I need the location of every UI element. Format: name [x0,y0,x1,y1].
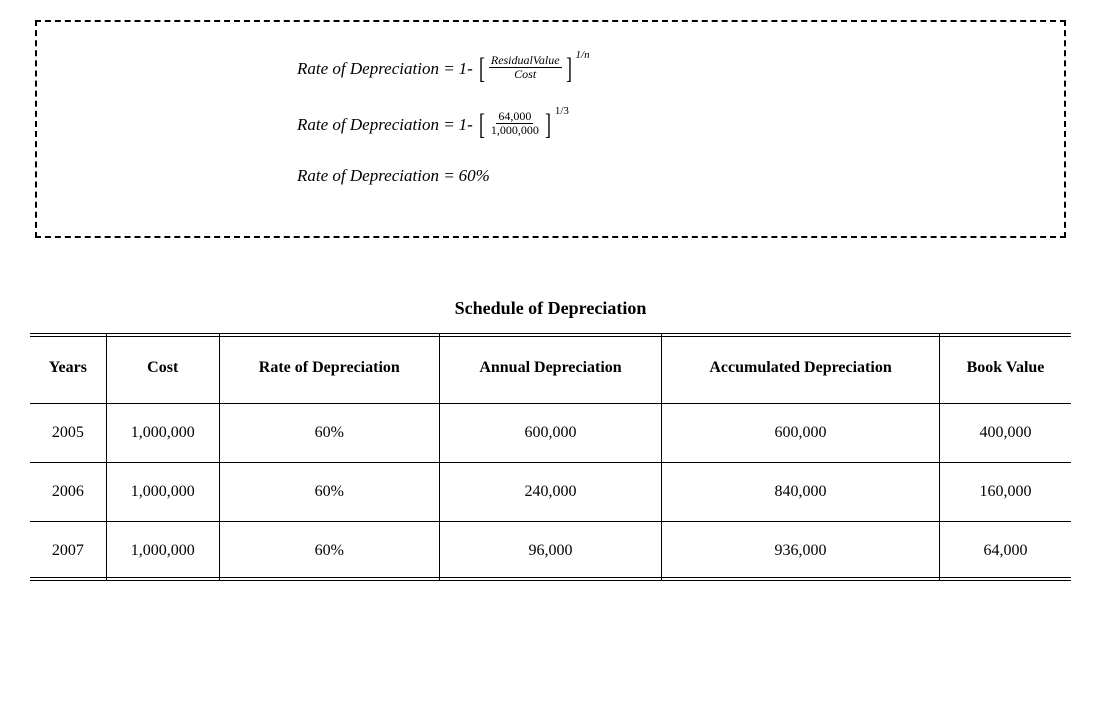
table-row: 2006 1,000,000 60% 240,000 840,000 160,0… [30,462,1071,521]
fraction-numeric: 64,000 1,000,000 [487,110,543,140]
col-years: Years [30,334,106,404]
cell-rate: 60% [219,521,439,580]
formula-label: Rate of Depreciation = [297,59,455,79]
cell-rate: 60% [219,462,439,521]
fraction-denominator: 1,000,000 [489,124,541,137]
table-header-row: Years Cost Rate of Depreciation Annual D… [30,334,1071,404]
cell-cost: 1,000,000 [106,462,219,521]
one-minus: 1- [459,59,473,79]
formula-generic: Rate of Depreciation = 1- [ ResidualValu… [297,54,1044,84]
cell-annual: 240,000 [439,462,661,521]
exponent-numeric: 1/3 [555,105,569,117]
table-row: 2007 1,000,000 60% 96,000 936,000 64,000 [30,521,1071,580]
cell-rate: 60% [219,403,439,462]
cell-accum: 840,000 [662,462,940,521]
table-title: Schedule of Depreciation [30,298,1071,319]
left-bracket-icon: [ [479,110,485,140]
fraction-numerator: ResidualValue [489,54,562,68]
cell-accum: 600,000 [662,403,940,462]
residual-mid: esidual [498,53,533,67]
cell-book: 400,000 [939,403,1071,462]
col-book-value: Book Value [939,334,1071,404]
residual-suffix: alue [539,53,560,67]
exponent-generic: 1/n [576,49,590,61]
formula-result-value: 60% [459,166,490,186]
cell-annual: 96,000 [439,521,661,580]
col-rate: Rate of Depreciation [219,334,439,404]
cell-year: 2007 [30,521,106,580]
depreciation-table: Years Cost Rate of Depreciation Annual D… [30,333,1071,581]
cell-cost: 1,000,000 [106,521,219,580]
fraction-denominator: Cost [512,68,538,81]
cell-accum: 936,000 [662,521,940,580]
cell-book: 160,000 [939,462,1071,521]
formula-box: Rate of Depreciation = 1- [ ResidualValu… [35,20,1066,238]
left-bracket-icon: [ [479,54,485,84]
one-minus: 1- [459,115,473,135]
fraction-generic: ResidualValue Cost [487,54,564,84]
table-row: 2005 1,000,000 60% 600,000 600,000 400,0… [30,403,1071,462]
cell-book: 64,000 [939,521,1071,580]
cell-annual: 600,000 [439,403,661,462]
formula-label: Rate of Depreciation = [297,115,455,135]
cell-cost: 1,000,000 [106,403,219,462]
formula-numeric: Rate of Depreciation = 1- [ 64,000 1,000… [297,110,1044,140]
right-bracket-icon: ] [566,54,572,84]
col-accumulated: Accumulated Depreciation [662,334,940,404]
cell-year: 2005 [30,403,106,462]
right-bracket-icon: ] [545,110,551,140]
formula-result: Rate of Depreciation = 60% [297,166,1044,186]
formula-result-label: Rate of Depreciation = [297,166,455,186]
bracket-group: [ ResidualValue Cost ] [477,54,574,84]
cell-year: 2006 [30,462,106,521]
bracket-group: [ 64,000 1,000,000 ] [477,110,553,140]
col-cost: Cost [106,334,219,404]
fraction-numerator: 64,000 [496,110,533,124]
col-annual: Annual Depreciation [439,334,661,404]
